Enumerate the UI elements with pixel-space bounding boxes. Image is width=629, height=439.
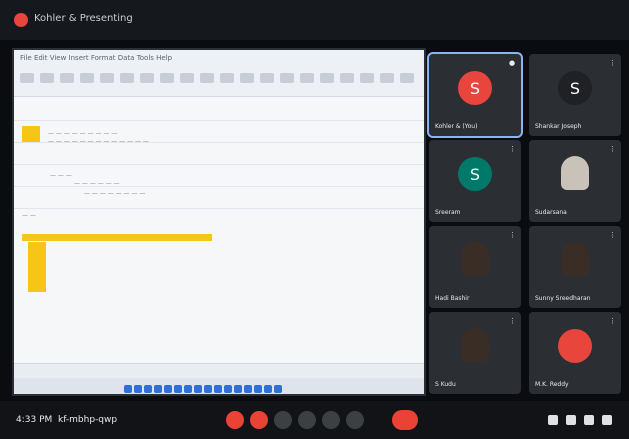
people-icon[interactable] <box>566 415 576 425</box>
mic-muted-icon: ⋮ <box>609 145 616 153</box>
participant-video <box>561 241 589 276</box>
participant-tile-1[interactable]: S ● Kohler & (You) <box>427 52 523 138</box>
present-button[interactable] <box>322 411 340 429</box>
recording-indicator-icon <box>14 13 28 27</box>
captions-button[interactable] <box>274 411 292 429</box>
participant-tile-7[interactable]: ⋮ S Kudu <box>429 312 521 394</box>
meeting-code: kf-mbhp-qwp <box>58 415 118 425</box>
participant-name: Shankar Joseph <box>535 123 582 130</box>
meeting-controls-bar: 4:33 PM kf-mbhp-qwp <box>0 401 629 439</box>
highlighted-cell[interactable] <box>22 126 40 142</box>
participant-tile-3[interactable]: S ⋮ Sreeram <box>429 140 521 222</box>
participant-avatar: S <box>558 71 592 106</box>
participant-tile-4[interactable]: ⋮ Sudarsana <box>529 140 621 222</box>
activities-icon[interactable] <box>602 415 612 425</box>
chat-icon[interactable] <box>584 415 594 425</box>
camera-toggle-button[interactable] <box>250 411 268 429</box>
mic-muted-icon: ⋮ <box>609 59 616 67</box>
mic-muted-icon: ⋮ <box>509 317 516 325</box>
participant-tile-5[interactable]: ⋮ Hadi Bashir <box>429 226 521 308</box>
participant-name: Sunny Sreedharan <box>535 295 591 302</box>
participant-name: M.K. Reddy <box>535 381 569 388</box>
participant-name: Sreeram <box>435 209 461 216</box>
participant-avatar: S <box>458 157 492 192</box>
spreadsheet-toolbar <box>20 68 420 90</box>
mic-muted-icon: ⋮ <box>609 317 616 325</box>
mic-muted-icon: ⋮ <box>609 231 616 239</box>
participant-video <box>461 327 489 362</box>
participant-name: Kohler & (You) <box>435 123 478 130</box>
meeting-clock: 4:33 PM <box>16 415 53 425</box>
participant-tile-2[interactable]: S ⋮ Shankar Joseph <box>529 54 621 136</box>
shared-screen: File Edit View Insert Format Data Tools … <box>12 48 426 396</box>
hangup-button[interactable] <box>392 410 418 430</box>
participant-name: Hadi Bashir <box>435 295 470 302</box>
participant-video <box>461 241 489 276</box>
mic-muted-icon: ⋮ <box>509 231 516 239</box>
spreadsheet-menu: File Edit View Insert Format Data Tools … <box>20 54 173 62</box>
participant-video <box>561 155 589 190</box>
more-vert-icon[interactable] <box>368 411 386 429</box>
meeting-top-bar: Kohler & Presenting <box>0 0 629 40</box>
highlighted-row[interactable] <box>22 234 212 241</box>
participant-tile-6[interactable]: ⋮ Sunny Sreedharan <box>529 226 621 308</box>
spreadsheet-ribbon: File Edit View Insert Format Data Tools … <box>14 50 424 97</box>
mic-muted-icon: ⋮ <box>509 145 516 153</box>
meeting-title: Kohler & Presenting <box>34 13 133 24</box>
participant-tile-8[interactable]: ⋮ M.K. Reddy <box>529 312 621 394</box>
mic-on-icon: ● <box>509 59 516 67</box>
mic-toggle-button[interactable] <box>226 411 244 429</box>
highlighted-column[interactable] <box>28 242 46 292</box>
participant-avatar <box>558 329 592 364</box>
info-icon[interactable] <box>548 415 558 425</box>
sheet-tab-bar <box>14 363 424 378</box>
shared-taskbar <box>14 378 424 394</box>
participant-avatar: S <box>458 71 492 106</box>
participant-name: Sudarsana <box>535 209 567 216</box>
more-options-button[interactable] <box>346 411 364 429</box>
participant-name: S Kudu <box>435 381 456 388</box>
raise-hand-button[interactable] <box>298 411 316 429</box>
